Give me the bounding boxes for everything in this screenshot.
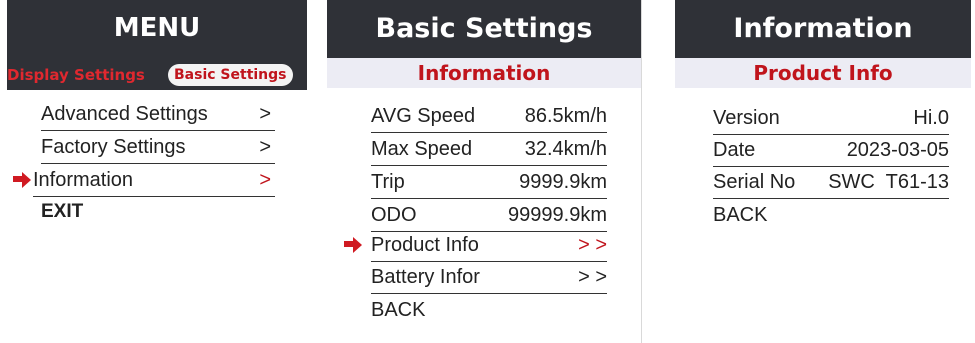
- info-row-avg-speed: AVG Speed 86.5km/h: [371, 100, 607, 133]
- basic-settings-screen: Basic Settings Information AVG Speed 86.…: [327, 0, 642, 343]
- row-value: 9999.9km: [519, 171, 607, 193]
- row-label: Product Info: [371, 234, 479, 256]
- menu-item-advanced-settings[interactable]: Advanced Settings >: [41, 98, 275, 131]
- chevron-right-icon: >: [259, 169, 271, 191]
- row-label: Trip: [371, 171, 405, 193]
- back-label: BACK: [713, 204, 768, 226]
- row-label: Max Speed: [371, 138, 473, 160]
- menu-item-label: Information: [33, 169, 134, 191]
- info-row-trip: Trip 9999.9km: [371, 166, 607, 199]
- row-value: 2023-03-05: [846, 139, 949, 161]
- tab-display-settings[interactable]: Display Settings: [7, 64, 145, 86]
- double-chevron-right-icon: > >: [578, 234, 607, 256]
- product-row-version: Version Hi.0: [713, 102, 949, 135]
- product-row-serial-no: Serial No SWC T61-13: [713, 166, 949, 199]
- back-button[interactable]: BACK: [713, 199, 949, 231]
- row-value: 99999.9km: [508, 204, 607, 226]
- row-value: 86.5km/h: [524, 105, 607, 127]
- info-row-odo: ODO 99999.9km: [371, 199, 607, 232]
- back-label: BACK: [371, 299, 426, 321]
- menu-title: MENU: [7, 0, 307, 60]
- row-label: Version: [713, 107, 780, 129]
- basic-settings-title: Basic Settings: [327, 0, 641, 58]
- menu-screen: MENU Display Settings Basic Settings Adv…: [7, 0, 307, 343]
- chevron-right-icon: >: [259, 103, 271, 125]
- menu-item-exit[interactable]: EXIT: [41, 196, 275, 228]
- info-row-battery-infor[interactable]: Battery Infor > >: [371, 261, 607, 294]
- product-row-date: Date 2023-03-05: [713, 134, 949, 167]
- menu-item-information[interactable]: Information >: [33, 164, 275, 197]
- row-value: SWC T61-13: [828, 171, 949, 193]
- back-button[interactable]: BACK: [371, 294, 607, 326]
- information-title: Information: [675, 0, 971, 58]
- row-label: AVG Speed: [371, 105, 476, 127]
- menu-item-label: Advanced Settings: [41, 103, 208, 125]
- row-value: Hi.0: [913, 107, 949, 129]
- double-chevron-right-icon: > >: [578, 266, 607, 288]
- basic-settings-subtitle: Information: [327, 58, 641, 88]
- chevron-right-icon: >: [259, 136, 271, 158]
- info-row-product-info[interactable]: Product Info > >: [371, 229, 607, 262]
- row-label: Date: [713, 139, 756, 161]
- information-screen: Information Product Info Version Hi.0 Da…: [675, 0, 971, 343]
- row-value: 32.4km/h: [524, 138, 607, 160]
- menu-item-factory-settings[interactable]: Factory Settings >: [41, 131, 275, 164]
- menu-item-label: EXIT: [41, 201, 84, 222]
- information-subtitle: Product Info: [675, 58, 971, 88]
- row-label: Serial No: [713, 171, 796, 193]
- menu-item-label: Factory Settings: [41, 136, 186, 158]
- info-row-max-speed: Max Speed 32.4km/h: [371, 133, 607, 166]
- row-label: ODO: [371, 204, 417, 226]
- row-label: Battery Infor: [371, 266, 480, 288]
- tab-basic-settings[interactable]: Basic Settings: [168, 64, 293, 86]
- menu-tabs: Display Settings Basic Settings: [7, 60, 307, 90]
